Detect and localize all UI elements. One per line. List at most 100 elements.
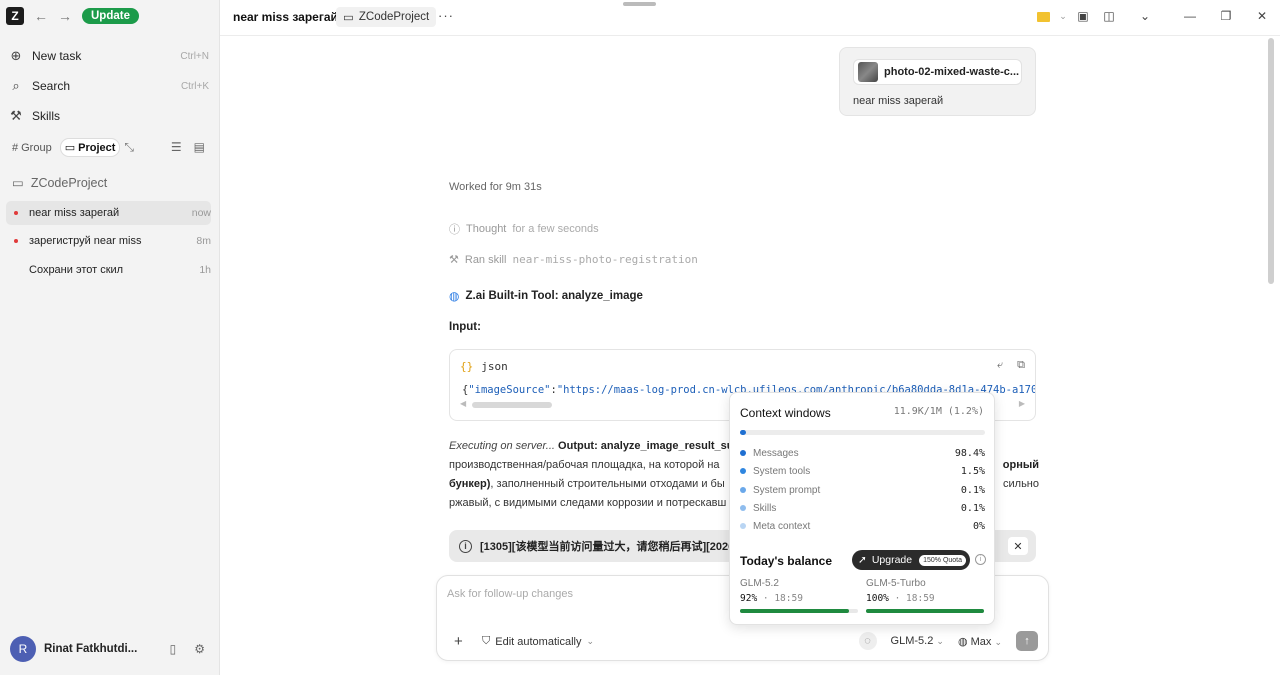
new-task-shortcut: Ctrl+N bbox=[180, 50, 209, 62]
edit-mode-dropdown[interactable]: ⛉ Edit automatically ⌄ bbox=[482, 635, 594, 648]
minimize-icon[interactable]: — bbox=[1172, 9, 1208, 23]
info-icon[interactable]: i bbox=[975, 554, 986, 565]
effort-dropdown[interactable]: ◍ Max ⌄ bbox=[958, 635, 1002, 648]
thought-step[interactable]: ⓘ Thought for a few seconds bbox=[449, 221, 599, 237]
project-name: ZCodeProject bbox=[30, 175, 108, 190]
group-tab[interactable]: # Group bbox=[8, 140, 56, 156]
project-tab-label: Project bbox=[78, 141, 116, 154]
thought-duration: for a few seconds bbox=[512, 223, 599, 235]
thread-item[interactable]: зарегиструй near miss 8m bbox=[6, 229, 211, 253]
context-row: Meta context 0% bbox=[740, 519, 985, 533]
model-bar bbox=[866, 609, 984, 613]
scroll-left-icon[interactable]: ◀ bbox=[460, 399, 466, 408]
update-button[interactable]: Update bbox=[82, 8, 139, 24]
context-row: Messages 98.4% bbox=[740, 446, 985, 460]
model-label: GLM-5.2 bbox=[890, 635, 934, 647]
model-bar bbox=[740, 609, 858, 613]
forward-arrow-icon[interactable]: → bbox=[58, 8, 72, 24]
back-arrow-icon[interactable]: ← bbox=[34, 8, 48, 24]
vertical-scrollbar[interactable] bbox=[1268, 38, 1274, 284]
info-icon: i bbox=[459, 539, 472, 553]
search-button[interactable]: ⌕ Search Ctrl+K bbox=[6, 75, 209, 97]
chevron-down-icon[interactable]: ⌄ bbox=[1132, 9, 1158, 23]
copy-icon[interactable]: ⧉ bbox=[1017, 359, 1025, 372]
thread-title: зарегиструй near miss bbox=[29, 235, 142, 247]
thread-item[interactable]: Сохрани этот скил 1h bbox=[6, 258, 211, 282]
ran-skill-step[interactable]: ⚒ Ran skill near-miss-photo-registration bbox=[449, 253, 698, 266]
unread-dot bbox=[14, 211, 18, 215]
collapse-icon[interactable]: ⤡ bbox=[124, 140, 134, 155]
model-usage: GLM-5-Turbo 100% · 18:59 bbox=[866, 578, 986, 613]
search-shortcut: Ctrl+K bbox=[180, 80, 209, 92]
attachment-name: photo-02-mixed-waste-c... bbox=[884, 66, 1020, 78]
close-icon[interactable]: ✕ bbox=[1244, 9, 1280, 23]
filter-icon[interactable]: ☰ bbox=[171, 140, 182, 154]
user-row[interactable]: R Rinat Fatkhutdi... ▯ ⚙ bbox=[10, 636, 205, 662]
model-dropdown[interactable]: GLM-5.2 ⌄ bbox=[891, 635, 944, 647]
context-total: 11.9K/1M (1.2%) bbox=[893, 406, 984, 417]
context-row-value: 0.1% bbox=[960, 484, 985, 496]
terminal-icon[interactable]: ▣ bbox=[1070, 9, 1096, 23]
effort-label: Max bbox=[970, 635, 992, 648]
output-label: Output: analyze_image_result_sum bbox=[558, 440, 744, 452]
context-bar-fill bbox=[740, 430, 747, 435]
code-language: json bbox=[481, 360, 508, 373]
close-icon[interactable]: ✕ bbox=[1008, 537, 1028, 555]
skills-button[interactable]: ⚒ Skills bbox=[6, 105, 209, 127]
context-row-label: Skills bbox=[753, 502, 777, 514]
project-header[interactable]: ▭ ZCodeProject bbox=[12, 175, 108, 191]
context-row-label: System tools bbox=[753, 465, 811, 477]
braces-icon: {} bbox=[460, 360, 474, 373]
archive-icon[interactable]: ▤ bbox=[194, 140, 205, 154]
thread-title: Сохрани этот скил bbox=[29, 264, 124, 276]
project-tab[interactable]: ▭ Project bbox=[59, 138, 121, 157]
error-text: [1305][该模型当前访问量过大，请您稍后再试][2026 bbox=[480, 541, 735, 553]
image-attachment[interactable]: photo-02-mixed-waste-c... bbox=[853, 59, 1022, 85]
project-chip[interactable]: ▭ ZCodeProject bbox=[336, 7, 437, 27]
worked-for-label[interactable]: Worked for 9m 31s bbox=[449, 181, 542, 193]
scroll-right-icon[interactable]: ▶ bbox=[1019, 399, 1025, 408]
context-row-label: Meta context bbox=[753, 520, 811, 532]
follow-up-input[interactable] bbox=[447, 588, 727, 600]
chevron-down-icon: ⌄ bbox=[586, 636, 595, 646]
upgrade-button[interactable]: ➚ Upgrade 150% Quota bbox=[852, 550, 970, 570]
context-title: Context windows bbox=[740, 406, 831, 420]
add-attachment-icon[interactable]: + bbox=[454, 633, 463, 650]
balance-title: Today's balance bbox=[740, 554, 832, 568]
panel-toggle-icon[interactable]: ◫ bbox=[1096, 9, 1122, 23]
context-usage-icon[interactable]: ◌ bbox=[858, 632, 877, 650]
context-row-value: 1.5% bbox=[960, 465, 985, 477]
new-task-button[interactable]: ⊕ New task Ctrl+N bbox=[6, 45, 209, 67]
open-folder-icon[interactable] bbox=[1030, 9, 1056, 23]
gear-icon[interactable]: ⚙ bbox=[194, 642, 205, 656]
horizontal-scrollbar[interactable] bbox=[472, 402, 552, 408]
hash-icon: # bbox=[12, 141, 19, 154]
skill-name: near-miss-photo-registration bbox=[512, 253, 698, 266]
app-logo: Z bbox=[6, 7, 24, 25]
restore-icon[interactable]: ❐ bbox=[1208, 9, 1244, 23]
code-header: {} json bbox=[460, 360, 508, 373]
thread-time: 8m bbox=[196, 235, 211, 247]
send-button[interactable]: ↑ bbox=[1016, 631, 1038, 651]
model-usage: GLM-5.2 92% · 18:59 bbox=[740, 578, 860, 613]
folder-icon: ▭ bbox=[12, 176, 24, 190]
more-icon[interactable]: ··· bbox=[438, 8, 454, 23]
edit-mode-label: Edit automatically bbox=[495, 635, 582, 648]
group-tab-label: Group bbox=[21, 141, 52, 154]
exec-line-3-end: сильно bbox=[1003, 478, 1039, 490]
legend-dot bbox=[740, 468, 746, 474]
wrap-icon[interactable]: ⤶ bbox=[997, 359, 1003, 372]
thread-item[interactable]: near miss зарегай now bbox=[6, 201, 211, 225]
context-bar bbox=[740, 430, 985, 435]
globe-icon: ◍ bbox=[449, 289, 460, 303]
chevron-down-icon[interactable]: ⌄ bbox=[1056, 11, 1070, 22]
mobile-icon[interactable]: ▯ bbox=[170, 642, 177, 656]
drag-handle[interactable] bbox=[623, 2, 656, 6]
wand-icon: ⚒ bbox=[449, 254, 459, 266]
user-actions: ▯ ⚙ bbox=[170, 642, 205, 656]
context-row: System prompt 0.1% bbox=[740, 483, 985, 497]
model-name: GLM-5.2 bbox=[740, 578, 779, 589]
effort-icon: ◍ bbox=[957, 635, 968, 648]
upgrade-label: Upgrade bbox=[871, 554, 913, 566]
tool-title-text: Z.ai Built-in Tool: analyze_image bbox=[465, 290, 643, 302]
